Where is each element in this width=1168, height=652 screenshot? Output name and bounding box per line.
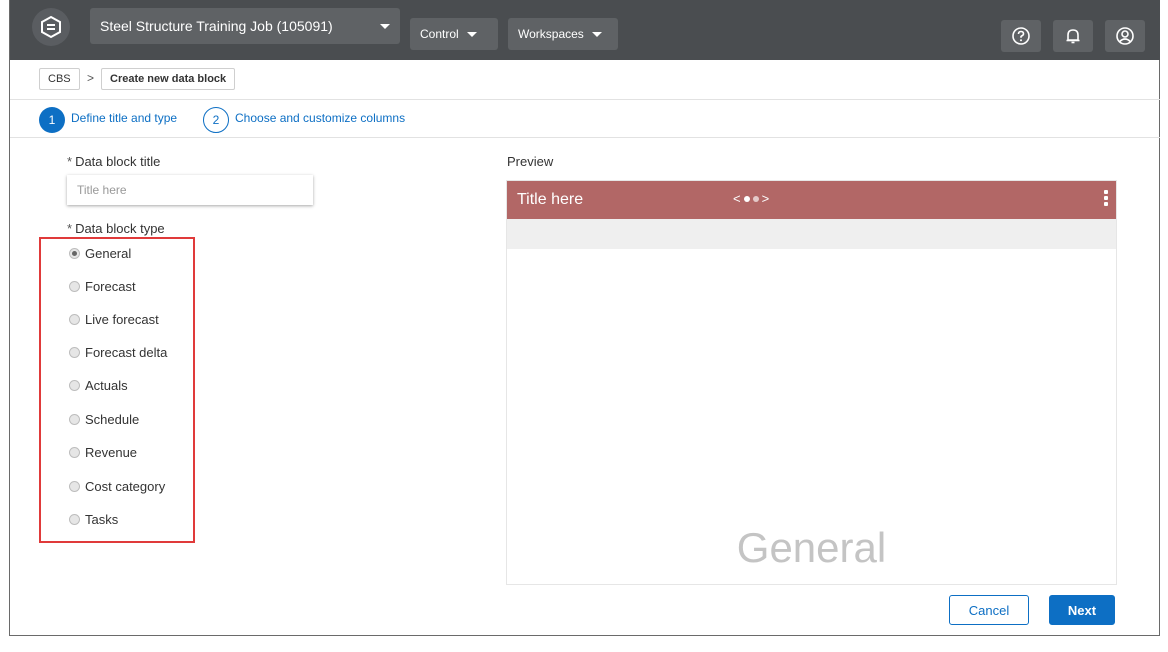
control-label: Control <box>420 27 459 41</box>
breadcrumb-cbs[interactable]: CBS <box>39 68 80 90</box>
app-logo-icon[interactable] <box>32 8 70 46</box>
step-1-label[interactable]: Define title and type <box>71 111 177 125</box>
pager-dot-icon <box>743 195 750 202</box>
preview-label: Preview <box>507 154 554 169</box>
radio-forecast[interactable]: Forecast <box>69 279 136 294</box>
radio-label: Cost category <box>85 479 166 494</box>
chevron-down-icon <box>466 31 477 37</box>
radio-unchecked-icon[interactable] <box>69 380 80 391</box>
preview-pager: < > <box>733 191 769 206</box>
radio-live-forecast[interactable]: Live forecast <box>69 312 159 327</box>
breadcrumb: CBS > Create new data block <box>10 60 1160 100</box>
radio-cost-category[interactable]: Cost category <box>69 479 165 494</box>
workspaces-label: Workspaces <box>518 27 584 41</box>
step-2-label[interactable]: Choose and customize columns <box>235 111 405 125</box>
help-icon[interactable] <box>1001 20 1041 52</box>
chevron-left-icon[interactable]: < <box>733 191 741 206</box>
data-block-title-input[interactable] <box>67 175 313 205</box>
cancel-button[interactable]: Cancel <box>949 595 1029 625</box>
radio-forecast-delta[interactable]: Forecast delta <box>69 345 167 360</box>
top-bar: Steel Structure Training Job (105091) Co… <box>10 0 1160 60</box>
step-1-indicator[interactable]: 1 <box>39 107 65 133</box>
radio-unchecked-icon[interactable] <box>69 514 80 525</box>
job-selector[interactable]: Steel Structure Training Job (105091) <box>90 8 400 44</box>
workspaces-menu[interactable]: Workspaces <box>508 18 618 50</box>
data-block-type-label: * Data block type <box>67 221 165 236</box>
breadcrumb-separator-icon: > <box>87 71 95 85</box>
radio-unchecked-icon[interactable] <box>69 314 80 325</box>
kebab-menu-icon[interactable] <box>1104 190 1108 208</box>
radio-unchecked-icon[interactable] <box>69 281 80 292</box>
radio-label: Live forecast <box>85 312 159 327</box>
wizard-stepper: 1 Define title and type 2 Choose and cus… <box>10 100 1160 138</box>
preview-type-text: General <box>736 524 887 571</box>
chevron-down-icon <box>591 31 602 37</box>
radio-revenue[interactable]: Revenue <box>69 445 137 460</box>
radio-schedule[interactable]: Schedule <box>69 412 139 427</box>
chevron-right-icon[interactable]: > <box>762 191 770 206</box>
preview-header: Title here < > <box>507 181 1116 219</box>
radio-label: Actuals <box>85 378 128 393</box>
required-mark: * <box>67 154 73 169</box>
job-title: Steel Structure Training Job (105091) <box>100 18 333 34</box>
next-button[interactable]: Next <box>1049 595 1115 625</box>
breadcrumb-current: Create new data block <box>101 68 236 90</box>
data-block-type-group: General Forecast Live forecast Forecast … <box>39 237 195 543</box>
data-block-title-label: * Data block title <box>67 154 161 169</box>
radio-unchecked-icon[interactable] <box>69 347 80 358</box>
preview-title: Title here <box>517 191 584 208</box>
radio-general[interactable]: General <box>69 246 131 261</box>
radio-label: General <box>85 246 132 261</box>
chevron-down-icon <box>380 23 390 29</box>
radio-unchecked-icon[interactable] <box>69 447 80 458</box>
control-menu[interactable]: Control <box>410 18 498 50</box>
step-2-indicator[interactable]: 2 <box>203 107 229 133</box>
radio-tasks[interactable]: Tasks <box>69 512 118 527</box>
radio-checked-icon[interactable] <box>69 248 80 259</box>
radio-label: Forecast <box>85 279 136 294</box>
user-profile-icon[interactable] <box>1105 20 1145 52</box>
radio-label: Tasks <box>85 512 119 527</box>
radio-label: Forecast delta <box>85 345 168 360</box>
radio-label: Schedule <box>85 412 140 427</box>
radio-unchecked-icon[interactable] <box>69 481 80 492</box>
radio-unchecked-icon[interactable] <box>69 414 80 425</box>
preview-subheader <box>507 219 1116 249</box>
bell-icon[interactable] <box>1053 20 1093 52</box>
required-mark: * <box>67 221 73 236</box>
radio-label: Revenue <box>85 445 138 460</box>
pager-dot-icon <box>752 195 759 202</box>
preview-panel: Title here < > General <box>506 180 1117 585</box>
app-frame: Steel Structure Training Job (105091) Co… <box>9 0 1160 636</box>
radio-actuals[interactable]: Actuals <box>69 378 128 393</box>
